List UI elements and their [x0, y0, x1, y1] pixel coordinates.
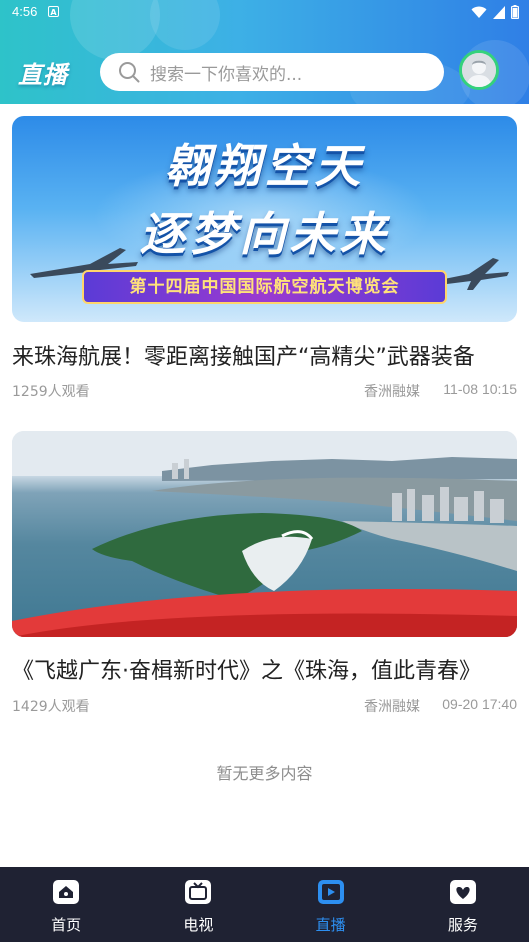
video-card[interactable]: 翱翔空天 逐梦向未来 第十四届中国国际航空航天博览会 来珠海航展！零距离接触国产… [12, 116, 517, 400]
heart-service-icon [449, 880, 476, 904]
nav-label: 直播 [315, 916, 346, 934]
tv-icon [185, 880, 212, 904]
user-avatar[interactable] [459, 50, 499, 90]
search-bar[interactable]: 搜索一下你喜欢的... [100, 53, 444, 91]
status-icons [471, 5, 519, 19]
bottom-nav: 首页 电视 直播 服务 [0, 867, 529, 942]
video-card[interactable]: 《飞越广东·奋楫新时代》之《珠海，值此青春》 1429人观看 香洲融媒 09-2… [12, 431, 517, 721]
video-title[interactable]: 《飞越广东·奋楫新时代》之《珠海，值此青春》 [12, 653, 517, 685]
status-time: 4:56 [12, 4, 38, 19]
cellular-signal-icon [493, 5, 505, 19]
search-icon [119, 62, 140, 83]
live-play-icon [317, 880, 344, 904]
home-icon [53, 880, 80, 904]
user-avatar-icon [462, 53, 496, 87]
search-placeholder[interactable]: 搜索一下你喜欢的... [150, 60, 302, 85]
thumbnail-headline-1: 翱翔空天 [164, 139, 365, 193]
view-count: 1429人观看 [12, 699, 90, 715]
no-more-content-label: 暂无更多内容 [216, 764, 313, 783]
wifi-icon [471, 6, 487, 18]
thumbnail-headline-2: 逐梦向未来 [139, 207, 390, 261]
nav-item-tv[interactable]: 电视 [132, 867, 264, 942]
battery-icon [511, 5, 519, 19]
nav-item-live[interactable]: 直播 [265, 867, 397, 942]
video-title[interactable]: 来珠海航展！零距离接触国产“高精尖”武器装备 [12, 339, 517, 371]
aerial-city-image [12, 431, 517, 637]
nav-item-home[interactable]: 首页 [0, 867, 132, 942]
video-time: 09-20 17:40 [442, 696, 517, 712]
notification-a-icon: A [48, 6, 59, 17]
video-thumbnail[interactable]: 翱翔空天 逐梦向未来 第十四届中国国际航空航天博览会 [12, 116, 517, 322]
nav-item-service[interactable]: 服务 [397, 867, 529, 942]
status-bar: 4:56 A [0, 0, 529, 24]
page-title: 直播 [18, 61, 68, 89]
video-source: 香洲融媒 [364, 699, 420, 715]
video-thumbnail[interactable] [12, 431, 517, 637]
nav-label: 首页 [51, 916, 82, 934]
video-source: 香洲融媒 [364, 384, 420, 400]
video-time: 11-08 10:15 [443, 381, 517, 397]
thumbnail-ribbon: 第十四届中国国际航空航天博览会 [82, 270, 447, 304]
video-meta: 1259人观看 香洲融媒 11-08 10:15 [12, 381, 517, 401]
video-meta: 1429人观看 香洲融媒 09-20 17:40 [12, 696, 517, 716]
header: 4:56 A 直播 搜索一下你喜欢的... [0, 0, 529, 104]
nav-label: 服务 [447, 916, 478, 934]
nav-label: 电视 [183, 916, 214, 934]
view-count: 1259人观看 [12, 384, 90, 400]
